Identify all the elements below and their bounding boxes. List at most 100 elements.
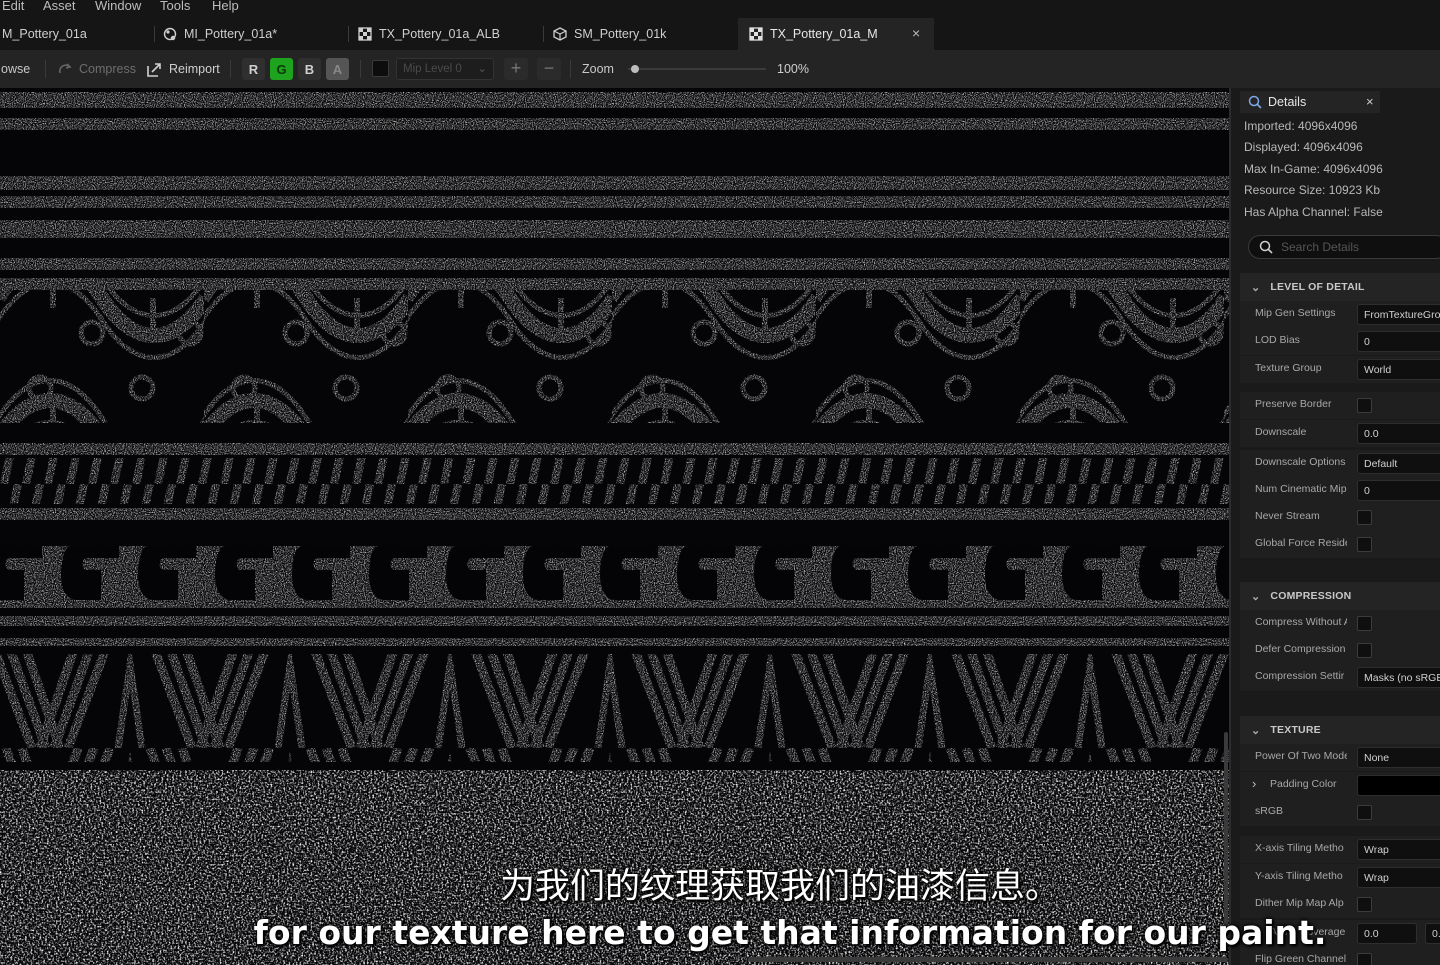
close-tab-icon[interactable]: × xyxy=(912,25,920,41)
reimport-label: Reimport xyxy=(169,62,220,76)
texture-group-dropdown[interactable]: World xyxy=(1357,359,1440,380)
prop-label: Power Of Two Mode xyxy=(1255,750,1347,762)
downscale-options-dropdown[interactable]: Default xyxy=(1357,453,1440,474)
zoom-slider-track[interactable] xyxy=(628,65,766,73)
global-force-resident-checkbox[interactable] xyxy=(1357,537,1372,552)
mip-down-button[interactable]: − xyxy=(537,58,561,80)
info-resource-size: Resource Size: 10923 Kb xyxy=(1244,183,1381,197)
prop-label: Num Cinematic Mip xyxy=(1255,483,1347,495)
blue-channel-toggle[interactable]: B xyxy=(298,58,321,80)
padding-color-swatch[interactable] xyxy=(1357,775,1440,796)
red-channel-toggle[interactable]: R xyxy=(242,58,265,80)
downscale-input[interactable]: 0.0 xyxy=(1357,423,1440,444)
zoom-value: 100% xyxy=(777,62,809,76)
menu-tools[interactable]: Tools xyxy=(160,0,190,13)
prop-label: LOD Bias xyxy=(1255,334,1300,346)
prop-compression-settings: Compression Settir Masks (no sRGB xyxy=(1240,664,1440,691)
x-axis-tiling-dropdown[interactable]: Wrap xyxy=(1357,839,1440,860)
alpha-channel-toggle[interactable]: A xyxy=(326,58,349,80)
menu-help[interactable]: Help xyxy=(212,0,239,13)
texture-icon xyxy=(749,27,763,41)
menu-window[interactable]: Window xyxy=(95,0,141,13)
section-compression[interactable]: ⌄ COMPRESSION xyxy=(1240,582,1440,610)
mip-up-button[interactable]: + xyxy=(504,58,528,80)
search-icon xyxy=(1259,240,1273,254)
zoom-label: Zoom xyxy=(582,62,614,76)
tab-sm-pottery[interactable]: SM_Pottery_01k xyxy=(553,18,733,50)
menu-asset[interactable]: Asset xyxy=(43,0,76,13)
prop-label: X-axis Tiling Metho xyxy=(1255,842,1344,854)
compress-button[interactable]: Compress xyxy=(57,50,136,88)
toolbar-divider xyxy=(230,60,231,78)
section-texture[interactable]: ⌄ TEXTURE xyxy=(1240,716,1440,744)
section-title: COMPRESSION xyxy=(1270,590,1352,602)
compression-settings-dropdown[interactable]: Masks (no sRGB xyxy=(1357,667,1440,688)
minus-icon: − xyxy=(543,58,555,78)
zoom-slider-thumb[interactable] xyxy=(630,65,639,73)
prop-label: Never Stream xyxy=(1255,510,1320,522)
tab-m-pottery[interactable]: M_Pottery_01a xyxy=(0,18,150,50)
prop-lod-bias: LOD Bias 0 xyxy=(1240,328,1440,355)
prop-label: Preserve Border xyxy=(1255,398,1332,410)
preserve-border-checkbox[interactable] xyxy=(1357,398,1372,413)
prop-downscale: Downscale 0.0 xyxy=(1240,420,1440,447)
section-level-of-detail[interactable]: ⌄ LEVEL OF DETAIL xyxy=(1240,273,1440,301)
reimport-button[interactable]: Reimport xyxy=(146,50,220,88)
section-title: TEXTURE xyxy=(1270,724,1321,736)
reimport-icon xyxy=(147,62,161,77)
prop-label: Padding Color xyxy=(1270,778,1337,790)
tab-label: MI_Pottery_01a* xyxy=(184,27,278,41)
prop-padding-color: › Padding Color xyxy=(1240,772,1440,799)
static-mesh-icon xyxy=(553,27,567,41)
num-cinematic-mips-input[interactable]: 0 xyxy=(1357,480,1440,501)
toolbar-divider xyxy=(360,60,361,78)
chevron-down-icon: ⌄ xyxy=(1251,590,1261,603)
close-panel-icon[interactable]: × xyxy=(1366,94,1374,109)
info-imported: Imported: 4096x4096 xyxy=(1244,119,1358,133)
details-tab[interactable]: Details × xyxy=(1240,91,1380,113)
viewport-horizontal-scrollbar[interactable] xyxy=(748,957,1228,962)
tab-tx-pottery-m[interactable]: TX_Pottery_01a_M × xyxy=(738,18,934,50)
chevron-down-icon: ⌄ xyxy=(1251,281,1261,294)
prop-num-cinematic-mips: Num Cinematic Mip 0 xyxy=(1240,477,1440,504)
lod-bias-input[interactable]: 0 xyxy=(1357,331,1440,352)
never-stream-checkbox[interactable] xyxy=(1357,510,1372,525)
prop-compress-without-alpha: Compress Without A xyxy=(1240,610,1440,637)
toolbar-divider xyxy=(570,60,571,78)
search-details-input[interactable]: Search Details xyxy=(1248,235,1440,259)
menu-edit[interactable]: Edit xyxy=(2,0,24,13)
flip-green-channel-checkbox[interactable] xyxy=(1357,953,1372,965)
prop-global-force-resident: Global Force Reside xyxy=(1240,531,1440,558)
green-channel-toggle[interactable]: G xyxy=(270,58,293,80)
tab-mi-pottery[interactable]: MI_Pottery_01a* xyxy=(163,18,343,50)
tab-tx-pottery-alb[interactable]: TX_Pottery_01a_ALB xyxy=(358,18,538,50)
prop-preserve-border: Preserve Border xyxy=(1240,392,1440,419)
texture-preview-viewport[interactable] xyxy=(0,88,1229,965)
tab-label: TX_Pottery_01a_M xyxy=(770,27,878,41)
chevron-right-icon[interactable]: › xyxy=(1252,776,1256,791)
details-panel: Details × Imported: 4096x4096 Displayed:… xyxy=(1231,88,1440,965)
menu-bar: Edit Asset Window Tools Help xyxy=(0,0,1440,16)
mip-level-checkbox[interactable] xyxy=(372,60,389,77)
mip-gen-settings-dropdown[interactable]: FromTextureGro xyxy=(1357,304,1440,325)
prop-label: Flip Green Channel xyxy=(1255,953,1347,965)
prop-label: sRGB xyxy=(1255,805,1284,817)
details-tab-label: Details xyxy=(1268,95,1307,109)
chevron-down-icon: ⌄ xyxy=(1251,724,1261,737)
prop-label: Downscale xyxy=(1255,426,1307,438)
mip-level-dropdown[interactable]: Mip Level 0 ⌄ xyxy=(396,58,494,80)
compress-without-alpha-checkbox[interactable] xyxy=(1357,616,1372,631)
toolbar-divider xyxy=(45,60,46,78)
power-of-two-mode-dropdown[interactable]: None xyxy=(1357,747,1440,768)
pottery-mask-texture xyxy=(0,92,1229,965)
browse-button[interactable]: owse xyxy=(1,50,30,88)
search-placeholder: Search Details xyxy=(1281,240,1360,254)
defer-compression-checkbox[interactable] xyxy=(1357,643,1372,658)
info-max-in-game: Max In-Game: 4096x4096 xyxy=(1244,162,1383,176)
compress-label: Compress xyxy=(79,62,136,76)
srgb-checkbox[interactable] xyxy=(1357,805,1372,820)
prop-defer-compression: Defer Compression xyxy=(1240,637,1440,664)
compress-icon xyxy=(58,63,72,74)
prop-label: Mip Gen Settings xyxy=(1255,307,1336,319)
tab-label: SM_Pottery_01k xyxy=(574,27,667,41)
